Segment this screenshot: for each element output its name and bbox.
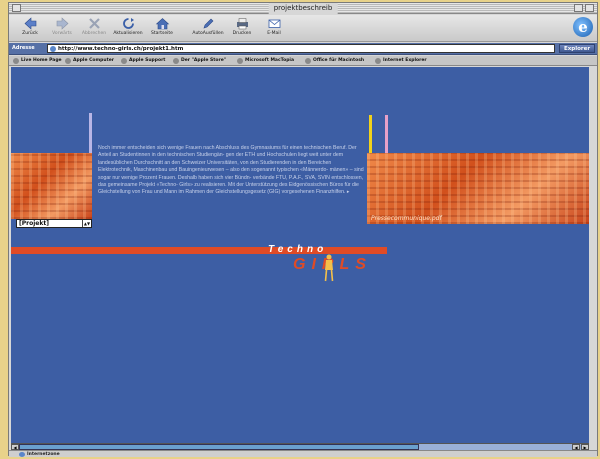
url-text: http://www.techno-girls.ch/projekt1.htm <box>58 46 184 52</box>
home-icon <box>155 18 169 30</box>
favorite-microsoft-mactopia[interactable]: Microsoft MacTopia <box>237 57 294 65</box>
stop-button[interactable]: Abbrechen <box>77 17 111 37</box>
mail-button[interactable]: E-Mail <box>257 17 291 37</box>
page-content: Pressecommunique.pdf [Projekt] ▲▼ Noch i… <box>11 67 589 443</box>
home-button[interactable]: Startseite <box>145 17 179 37</box>
internet-zone-icon <box>19 452 25 457</box>
press-release-link[interactable]: Pressecommunique.pdf <box>371 215 442 222</box>
favorite-internet-explorer[interactable]: Internet Explorer <box>375 57 427 65</box>
refresh-button[interactable]: Aktualisieren <box>111 17 145 37</box>
autofill-button[interactable]: AutoAusfüllen <box>191 17 225 37</box>
favorite-office-macintosh[interactable]: Office für Macintosh <box>305 57 364 65</box>
mail-icon <box>268 19 280 28</box>
back-arrow-icon <box>24 17 36 30</box>
header-photo-left <box>11 153 92 219</box>
favorite-apple-support[interactable]: Apple Support <box>121 57 165 65</box>
page-globe-icon <box>50 46 56 52</box>
section-select[interactable]: [Projekt] ▲▼ <box>16 219 92 228</box>
favorites-bar: Live Home Page Apple Computer Apple Supp… <box>9 56 597 66</box>
logo-red-bar <box>11 247 387 254</box>
title-bar[interactable]: projektbeschreib <box>9 3 597 14</box>
refresh-icon <box>122 18 134 29</box>
url-input[interactable]: http://www.techno-girls.ch/projekt1.htm <box>47 44 555 53</box>
toolbar: Zurück Vorwärts Abbrechen Aktualisieren … <box>9 15 597 42</box>
zoom-box[interactable] <box>574 4 583 12</box>
browser-window: projektbeschreib Zurück Vorwärts Abbrech… <box>8 2 598 457</box>
horizontal-scrollbar[interactable]: ◀ ◀ ▶ <box>11 443 589 450</box>
girl-figure-icon <box>324 254 334 282</box>
lavender-stripe <box>89 113 92 153</box>
address-label: Adresse <box>12 45 35 51</box>
address-bar: Adresse http://www.techno-girls.ch/proje… <box>9 43 597 55</box>
internet-explorer-logo-icon: e <box>573 17 593 37</box>
logo-techno-text: Techno <box>268 244 328 255</box>
section-select-value: [Projekt] <box>19 220 49 227</box>
forward-button[interactable]: Vorwärts <box>45 17 79 37</box>
status-bar: Internetzone <box>9 450 597 457</box>
collapse-box[interactable] <box>585 4 594 12</box>
print-button[interactable]: Drucken <box>225 17 259 37</box>
window-title: projektbeschreib <box>268 3 338 14</box>
print-icon <box>236 18 248 30</box>
favorite-apple-computer[interactable]: Apple Computer <box>65 57 114 65</box>
explorer-button[interactable]: Explorer <box>559 44 595 53</box>
close-box[interactable] <box>12 4 21 12</box>
pink-stripe <box>385 115 388 153</box>
favorite-apple-store[interactable]: Der "Apple Store" <box>173 57 226 65</box>
yellow-stripe <box>369 115 372 153</box>
stop-x-icon <box>88 18 100 29</box>
favorite-live-home-page[interactable]: Live Home Page <box>13 57 62 65</box>
project-description: Noch immer entscheiden sich wenige Fraue… <box>98 145 364 196</box>
select-arrows-icon: ▲▼ <box>82 220 91 227</box>
header-photo-right: Pressecommunique.pdf <box>367 153 589 224</box>
back-button[interactable]: Zurück <box>13 17 47 37</box>
security-zone-text: Internetzone <box>27 452 60 457</box>
forward-arrow-icon <box>56 17 68 30</box>
autofill-pen-icon <box>203 18 213 29</box>
